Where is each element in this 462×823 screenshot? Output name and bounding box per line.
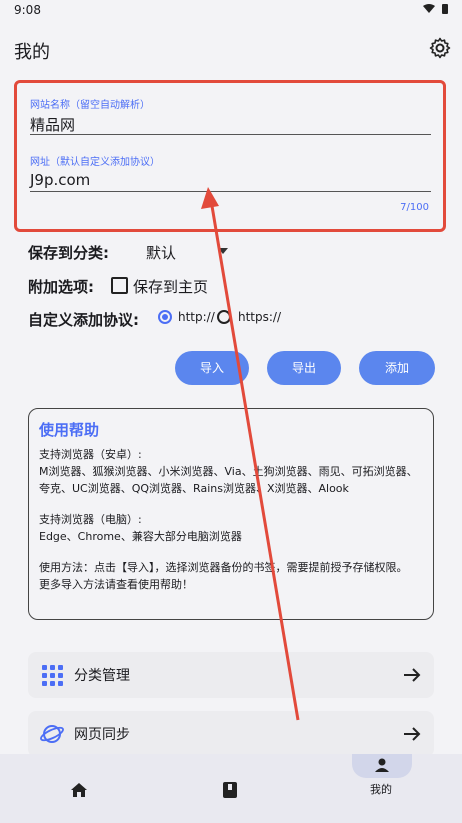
nav-bookmarks[interactable] [222,754,242,823]
status-icons [422,3,452,18]
arrow-right-icon [402,665,422,685]
home-icon [71,783,87,797]
bottom-nav: 我的 [0,754,462,823]
save-category-label: 保存到分类: [28,244,109,262]
nav-mine-label[interactable]: 我的 [370,781,392,797]
help-pc-title: 支持浏览器（电脑）: [39,513,142,526]
http-radio[interactable] [158,310,172,324]
bookmark-form: 网站名称（留空自动解析） 精品网 网址（默认自定义添加协议） J9p.com 7… [14,80,446,232]
https-radio[interactable] [217,310,231,324]
site-name-label: 网站名称（留空自动解析） [30,100,150,111]
grid-icon [40,663,64,687]
nav-mine-indicator[interactable] [352,754,412,778]
book-icon [223,782,237,798]
menu-item-category-management[interactable]: 分类管理 [28,652,434,698]
help-android-title: 支持浏览器（安卓）: [39,448,142,461]
gear-icon[interactable] [428,36,452,60]
add-button[interactable]: 添加 [359,351,435,385]
site-name-field[interactable]: 精品网 [30,114,75,135]
app-header: 我的 [0,30,462,70]
save-to-home-label: 保存到主页 [133,278,209,296]
menu-item-web-sync[interactable]: 网页同步 [28,711,434,757]
page-title: 我的 [14,42,50,63]
url-label: 网址（默认自定义添加协议） [30,157,160,168]
help-more: 更多导入方法请查看使用帮助！ [39,578,193,591]
chevron-down-icon[interactable] [218,248,228,254]
url-underline [30,191,431,192]
help-usage: 使用方法：点击【导入】，选择浏览器备份的书签，需要提前授予存储权限。 [39,561,408,574]
save-to-home-checkbox[interactable] [111,277,128,294]
planet-icon [40,722,64,746]
wifi-battery-icon [423,4,448,14]
help-android-list: M浏览器、狐猴浏览器、小米浏览器、Via、土狗浏览器、雨见、可拓浏览器、夸克、U… [39,465,418,495]
nav-home[interactable] [70,754,90,823]
site-name-underline [30,134,431,135]
help-title: 使用帮助 [39,421,100,439]
menu-item-label: 分类管理 [74,668,130,684]
person-icon [375,758,389,772]
https-label: https:// [238,310,282,324]
options-label: 附加选项: [28,278,94,296]
url-field[interactable]: J9p.com [30,171,90,189]
export-button[interactable]: 导出 [267,351,341,385]
category-select[interactable]: 默认 [146,242,176,263]
protocol-label: 自定义添加协议: [28,311,139,329]
arrow-right-icon [402,724,422,744]
help-panel: 使用帮助 支持浏览器（安卓）: M浏览器、狐猴浏览器、小米浏览器、Via、土狗浏… [28,408,434,620]
status-time: 9:08 [14,3,41,17]
menu-item-label: 网页同步 [74,727,130,743]
import-button[interactable]: 导入 [175,351,249,385]
help-pc-list: Edge、Chrome、兼容大部分电脑浏览器 [39,530,242,543]
status-bar: 9:08 [0,0,462,22]
http-label: http:// [178,310,215,324]
char-counter: 7/100 [400,202,429,213]
